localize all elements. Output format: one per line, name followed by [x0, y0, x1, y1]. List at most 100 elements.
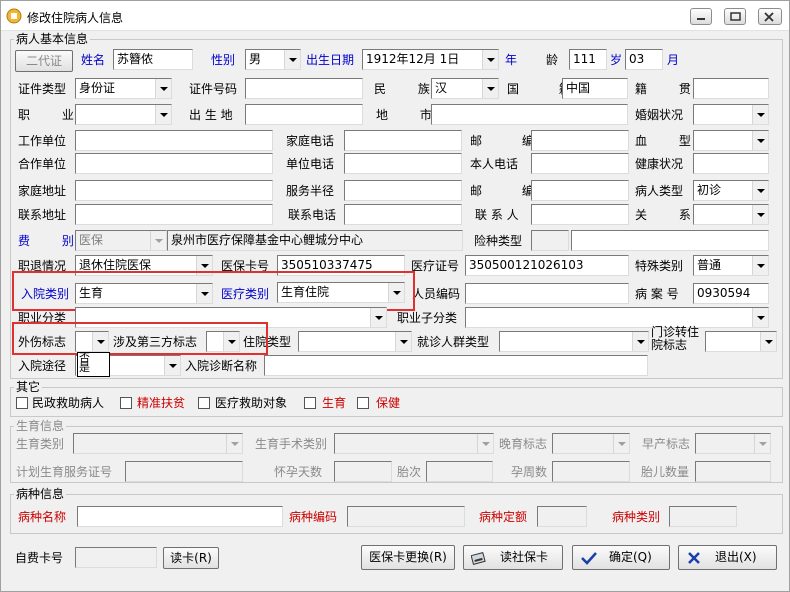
- job-subclass-select[interactable]: [465, 307, 769, 328]
- occupation-select[interactable]: [75, 104, 172, 125]
- pregnancy-days-input[interactable]: [334, 461, 392, 482]
- contact-person-label: 联 系 人: [475, 208, 519, 222]
- birth-date-picker[interactable]: 1912年12月 1日: [362, 49, 499, 70]
- checkbox-healthcare[interactable]: [357, 397, 369, 409]
- chevron-down-icon: [477, 434, 493, 453]
- read-social-card-button[interactable]: 读社保卡: [463, 545, 563, 570]
- nation-select[interactable]: 汉: [431, 78, 499, 99]
- service-radius-input[interactable]: [344, 180, 462, 201]
- med-cert-input[interactable]: 350500121026103: [465, 255, 629, 276]
- contact-person-input[interactable]: [531, 204, 629, 225]
- sui-label: 岁: [610, 53, 623, 67]
- disease-name-input[interactable]: [77, 506, 283, 527]
- chevron-down-icon: [752, 256, 768, 275]
- outpatient-transfer-select[interactable]: [705, 331, 777, 352]
- nation-value: 汉: [435, 81, 448, 95]
- cert-type-value: 身份证: [79, 81, 116, 95]
- marriage-select[interactable]: [693, 104, 769, 125]
- city-input[interactable]: [431, 104, 628, 125]
- parity-input[interactable]: [426, 461, 493, 482]
- id-card-button[interactable]: 二代证: [15, 50, 73, 72]
- birth-class-label: 生育类别: [16, 437, 65, 451]
- age-label: 龄: [546, 53, 559, 67]
- blood-select[interactable]: [693, 130, 769, 151]
- health-input[interactable]: [693, 153, 769, 174]
- patient-type-select[interactable]: 初诊: [693, 180, 769, 201]
- highlight-box-admission: [12, 271, 415, 311]
- case-no-label: 病 案 号: [635, 287, 679, 301]
- checkbox-poverty[interactable]: [120, 397, 132, 409]
- home-addr-label: 家庭地址: [18, 184, 67, 198]
- marriage-label: 婚姻状况: [635, 108, 684, 122]
- ok-button[interactable]: 确定(Q): [572, 545, 670, 570]
- cert-type-select[interactable]: 身份证: [75, 78, 172, 99]
- early-birth-select[interactable]: [695, 433, 771, 454]
- plan-cert-input[interactable]: [125, 461, 243, 482]
- special-select[interactable]: 普通: [693, 255, 769, 276]
- staff-code-label: 人员编码: [412, 287, 461, 301]
- birth-value: 1912年12月 1日: [366, 52, 460, 66]
- self-phone-input[interactable]: [531, 153, 629, 174]
- postcode-input[interactable]: [531, 130, 629, 151]
- chevron-down-icon: [482, 50, 498, 69]
- close-button[interactable]: [758, 8, 782, 25]
- cert-type-label: 证件类型: [18, 82, 67, 96]
- edit-inpatient-window: 修改住院病人信息 病人基本信息 二代证 姓名 苏簪侬 性别 男 出生日期 191…: [0, 0, 790, 592]
- ward-type-select[interactable]: [298, 331, 412, 352]
- self-card-input[interactable]: [75, 547, 157, 568]
- minimize-icon: [697, 18, 705, 20]
- home-phone-input[interactable]: [344, 130, 462, 151]
- birthplace-input[interactable]: [245, 104, 363, 125]
- gestation-weeks-input[interactable]: [552, 461, 630, 482]
- relation-select[interactable]: [693, 204, 769, 225]
- checkbox-medical-aid[interactable]: [198, 397, 210, 409]
- name-input[interactable]: 苏簪侬: [113, 49, 193, 70]
- chevron-down-icon: [752, 205, 768, 224]
- cert-no-input[interactable]: [245, 78, 363, 99]
- dropdown-option-yes[interactable]: 是: [79, 362, 109, 373]
- insurance-type-input[interactable]: [571, 230, 769, 251]
- contact-addr-input[interactable]: [75, 204, 273, 225]
- healthcare-label: 保健: [376, 396, 401, 410]
- surgery-class-select[interactable]: [334, 433, 494, 454]
- case-no-input[interactable]: 0930594: [693, 283, 769, 304]
- cert-no-label: 证件号码: [189, 82, 238, 96]
- late-birth-label: 晚育标志: [499, 437, 548, 451]
- staff-code-input[interactable]: [465, 283, 629, 304]
- contact-phone-label: 联系电话: [288, 208, 337, 222]
- fee-select[interactable]: 医保: [75, 230, 167, 251]
- read-card-button[interactable]: 读卡(R): [163, 547, 219, 569]
- checkbox-birth[interactable]: [304, 397, 316, 409]
- chevron-down-icon: [752, 308, 768, 327]
- crowd-type-select[interactable]: [499, 331, 649, 352]
- maximize-button[interactable]: [724, 8, 746, 25]
- birth-class-select[interactable]: [73, 433, 243, 454]
- fetus-count-input[interactable]: [695, 461, 771, 482]
- plan-cert-label: 计划生育服务证号: [16, 465, 113, 479]
- months-input[interactable]: 03: [625, 49, 663, 70]
- crowd-type-label: 就诊人群类型: [417, 335, 490, 349]
- change-card-button[interactable]: 医保卡更换(R): [361, 545, 455, 570]
- gender-select[interactable]: 男: [245, 49, 301, 70]
- checkbox-civil-aid[interactable]: [16, 397, 28, 409]
- native-input[interactable]: [693, 78, 769, 99]
- contact-phone-input[interactable]: [344, 204, 462, 225]
- late-birth-select[interactable]: [552, 433, 630, 454]
- minimize-button[interactable]: [690, 8, 712, 25]
- chevron-down-icon: [150, 231, 166, 250]
- home-addr-input[interactable]: [75, 180, 273, 201]
- medical-unit-input[interactable]: [75, 153, 273, 174]
- age-input[interactable]: 111: [569, 49, 607, 70]
- country-input[interactable]: 中国: [562, 78, 628, 99]
- workplace-input[interactable]: [75, 130, 273, 151]
- unit-phone-input[interactable]: [344, 153, 462, 174]
- chevron-down-icon: [155, 79, 171, 98]
- admission-diag-input[interactable]: [264, 355, 648, 376]
- contact-addr-label: 联系地址: [18, 208, 67, 222]
- chevron-down-icon: [284, 50, 300, 69]
- injury-dropdown-list: 否 是: [77, 352, 110, 377]
- title-bar: 修改住院病人信息: [1, 1, 789, 31]
- chevron-down-icon: [752, 105, 768, 124]
- postcode2-input[interactable]: [531, 180, 629, 201]
- exit-button[interactable]: 退出(X): [678, 545, 777, 570]
